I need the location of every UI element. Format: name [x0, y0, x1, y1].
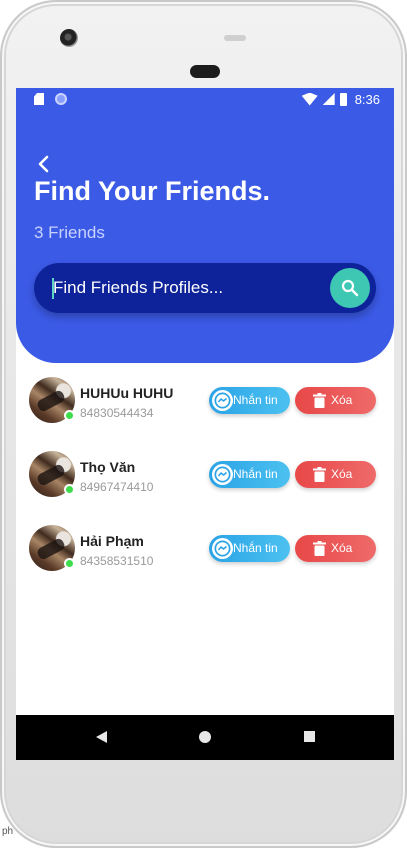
nav-home-icon[interactable]	[199, 731, 211, 743]
messenger-icon	[212, 464, 233, 485]
friend-phone: 84830544434	[80, 406, 154, 420]
delete-button-label: Xóa	[331, 393, 353, 407]
friend-phone: 84358531510	[80, 554, 154, 568]
system-navigation-bar	[16, 715, 394, 760]
message-button-label: Nhắn tin	[233, 467, 278, 481]
search-bar[interactable]: Find Friends Profiles...	[34, 263, 376, 313]
friend-name: Hải Phạm	[80, 533, 144, 549]
app-screen: 8:36 Find Your Friends. 3 Friends Find F…	[16, 88, 394, 760]
friend-count: 3 Friends	[34, 223, 105, 242]
list-item: Thọ Văn 84967474410 Nhắn tin Xóa	[16, 451, 394, 511]
friend-name: Thọ Văn	[80, 459, 136, 475]
wifi-icon	[301, 92, 318, 106]
phone-frame: 8:36 Find Your Friends. 3 Friends Find F…	[0, 0, 407, 848]
message-button-label: Nhắn tin	[233, 541, 278, 555]
friend-phone: 84967474410	[80, 480, 154, 494]
nav-back-icon[interactable]	[96, 731, 107, 743]
proximity-sensor	[224, 35, 246, 41]
search-button[interactable]	[330, 268, 370, 308]
delete-button-label: Xóa	[331, 541, 353, 555]
status-time: 8:36	[354, 91, 380, 107]
list-item: HUHUu HUHU 84830544434 Nhắn tin Xóa	[16, 377, 394, 437]
trash-icon	[313, 393, 326, 408]
trash-icon	[313, 541, 326, 556]
search-input[interactable]: Find Friends Profiles...	[53, 263, 323, 313]
trash-icon	[313, 467, 326, 482]
message-button[interactable]: Nhắn tin	[209, 387, 290, 414]
messenger-icon	[212, 538, 233, 559]
chevron-left-icon[interactable]	[36, 154, 52, 174]
list-item: Hải Phạm 84358531510 Nhắn tin Xóa	[16, 525, 394, 585]
delete-button[interactable]: Xóa	[295, 461, 376, 488]
sd-card-icon	[34, 93, 44, 105]
search-icon	[341, 279, 359, 297]
front-camera	[60, 29, 78, 47]
notification-dot-icon	[55, 93, 67, 105]
message-button[interactable]: Nhắn tin	[209, 535, 290, 562]
messenger-icon	[212, 390, 233, 411]
status-bar: 8:36	[16, 88, 394, 110]
online-status-dot	[64, 410, 75, 421]
message-button-label: Nhắn tin	[233, 393, 278, 407]
delete-button[interactable]: Xóa	[295, 535, 376, 562]
nav-recents-icon[interactable]	[304, 731, 315, 742]
online-status-dot	[64, 484, 75, 495]
signal-icon	[322, 93, 335, 105]
header: 8:36 Find Your Friends. 3 Friends Find F…	[16, 88, 394, 363]
online-status-dot	[64, 558, 75, 569]
page-title: Find Your Friends.	[34, 176, 271, 206]
friend-name: HUHUu HUHU	[80, 385, 174, 401]
delete-button[interactable]: Xóa	[295, 387, 376, 414]
earpiece-speaker	[190, 65, 220, 78]
edge-text: ph	[2, 826, 14, 837]
message-button[interactable]: Nhắn tin	[209, 461, 290, 488]
delete-button-label: Xóa	[331, 467, 353, 481]
battery-icon	[339, 92, 347, 106]
